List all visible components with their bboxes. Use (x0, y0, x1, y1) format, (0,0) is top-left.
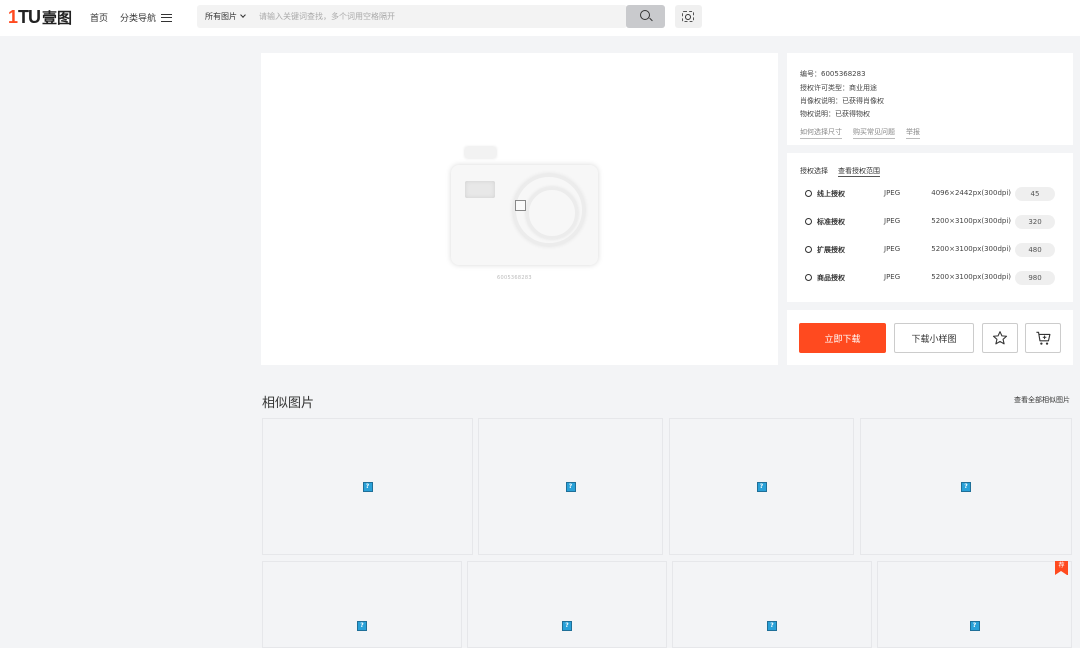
broken-image-icon: ? (565, 481, 576, 492)
similar-image-tile[interactable]: ? (877, 561, 1072, 648)
star-icon (992, 331, 1008, 345)
favorite-button[interactable] (982, 323, 1018, 353)
license-option[interactable]: 标准授权 JPEG 5200×3100px(300dpi) 320 (800, 215, 1068, 229)
license-format: JPEG (884, 189, 901, 197)
link-purchase-faq[interactable]: 购买常见问题 (853, 127, 895, 139)
image-id: 编号：6005368283 (800, 70, 866, 78)
image-preview[interactable]: 6005368283 (261, 53, 778, 365)
license-header: 授权选择 查看授权范围 (800, 166, 880, 177)
image-info-panel: 编号：6005368283 授权许可类型：商业用途 肖像权说明：已获得肖像权 物… (787, 53, 1073, 145)
similar-image-tile[interactable]: ? (262, 418, 473, 555)
license-format: JPEG (884, 217, 901, 225)
broken-image-icon: ? (756, 481, 767, 492)
license-price: 480 (1015, 243, 1055, 257)
info-links: 如何选择尺寸 购买常见问题 举报 (800, 127, 920, 139)
similar-image-tile[interactable]: ? (467, 561, 667, 648)
link-choose-size[interactable]: 如何选择尺寸 (800, 127, 842, 139)
license-size: 5200×3100px(300dpi) (931, 245, 1011, 253)
radio-icon[interactable] (805, 274, 812, 281)
broken-image-icon: ? (362, 481, 373, 492)
license-name: 线上授权 (817, 190, 845, 198)
broken-image-icon: ? (357, 621, 367, 631)
license-name: 扩展授权 (817, 246, 845, 254)
logo-mark: 1 (8, 6, 19, 27)
license-format: JPEG (884, 245, 901, 253)
search-input[interactable] (259, 8, 619, 25)
license-option[interactable]: 商品授权 JPEG 5200×3100px(300dpi) 980 (800, 271, 1068, 285)
radio-icon[interactable] (805, 190, 812, 197)
link-report[interactable]: 举报 (906, 127, 920, 139)
license-option[interactable]: 扩展授权 JPEG 5200×3100px(300dpi) 480 (800, 243, 1068, 257)
search-icon (640, 10, 650, 20)
cart-icon (1035, 331, 1050, 345)
camera-top (465, 147, 496, 158)
license-type: 授权许可类型：商业用途 (800, 84, 877, 92)
license-name: 标准授权 (817, 218, 845, 226)
search-scope-label: 所有图片 (205, 12, 237, 21)
radio-icon[interactable] (805, 218, 812, 225)
similar-image-tile[interactable]: ? (478, 418, 663, 555)
image-search-button[interactable] (675, 5, 702, 28)
license-title: 授权选择 (800, 167, 828, 175)
license-option[interactable]: 线上授权 JPEG 4096×2442px(300dpi) 45 (800, 187, 1068, 201)
license-size: 4096×2442px(300dpi) (931, 189, 1011, 197)
license-price: 980 (1015, 271, 1055, 285)
search-button[interactable] (626, 5, 665, 28)
nav-home-link[interactable]: 首页 (90, 11, 108, 24)
similar-image-tile[interactable]: ? (860, 418, 1072, 555)
add-to-cart-button[interactable] (1025, 323, 1061, 353)
camera-placeholder-icon (449, 145, 601, 280)
radio-icon[interactable] (805, 246, 812, 253)
top-header: 1 TU 壹图 首页 分类导航 所有图片 (0, 0, 1080, 36)
camera-flash (465, 181, 495, 198)
nav-category-menu[interactable]: 分类导航 (120, 11, 173, 24)
similar-image-tile[interactable]: ? (669, 418, 854, 555)
broken-image-icon: ? (969, 621, 980, 631)
broken-image-icon (515, 200, 526, 211)
license-panel: 授权选择 查看授权范围 线上授权 JPEG 4096×2442px(300dpi… (787, 153, 1073, 302)
menu-icon (161, 13, 173, 22)
similar-images-title: 相似图片 (262, 396, 315, 411)
broken-image-icon: ? (767, 621, 777, 631)
license-name: 商品授权 (817, 274, 845, 282)
site-logo[interactable]: 1 TU 壹图 (8, 7, 72, 27)
chevron-down-icon (240, 12, 246, 18)
license-scope-link[interactable]: 查看授权范围 (838, 166, 880, 177)
nav-category-label: 分类导航 (120, 14, 157, 24)
license-size: 5200×3100px(300dpi) (931, 273, 1011, 281)
download-sample-button[interactable]: 下载小样图 (894, 323, 974, 353)
recommended-badge: 荐 (1055, 561, 1068, 575)
search-bar: 所有图片 (197, 5, 627, 28)
similar-image-tile[interactable]: ? (672, 561, 872, 648)
view-all-similar-link[interactable]: 查看全部相似图片 (1014, 395, 1070, 405)
logo-mark-tu: TU (18, 6, 41, 27)
license-price: 45 (1015, 187, 1055, 201)
camera-body (451, 165, 598, 265)
license-size: 5200×3100px(300dpi) (931, 217, 1011, 225)
license-price: 320 (1015, 215, 1055, 229)
portrait-rights: 肖像权说明：已获得肖像权 (800, 97, 884, 105)
download-now-button[interactable]: 立即下载 (799, 323, 886, 353)
license-format: JPEG (884, 273, 901, 281)
similar-image-tile[interactable]: ? (262, 561, 462, 648)
camera-scan-icon (682, 11, 694, 22)
broken-image-icon: ? (961, 481, 971, 492)
logo-text: 壹图 (42, 8, 73, 27)
preview-caption: 6005368283 (497, 275, 532, 281)
action-panel: 立即下载 下载小样图 (787, 310, 1073, 365)
property-rights: 物权说明：已获得物权 (800, 110, 870, 118)
search-scope-select[interactable]: 所有图片 (205, 11, 246, 22)
broken-image-icon: ? (562, 621, 572, 631)
